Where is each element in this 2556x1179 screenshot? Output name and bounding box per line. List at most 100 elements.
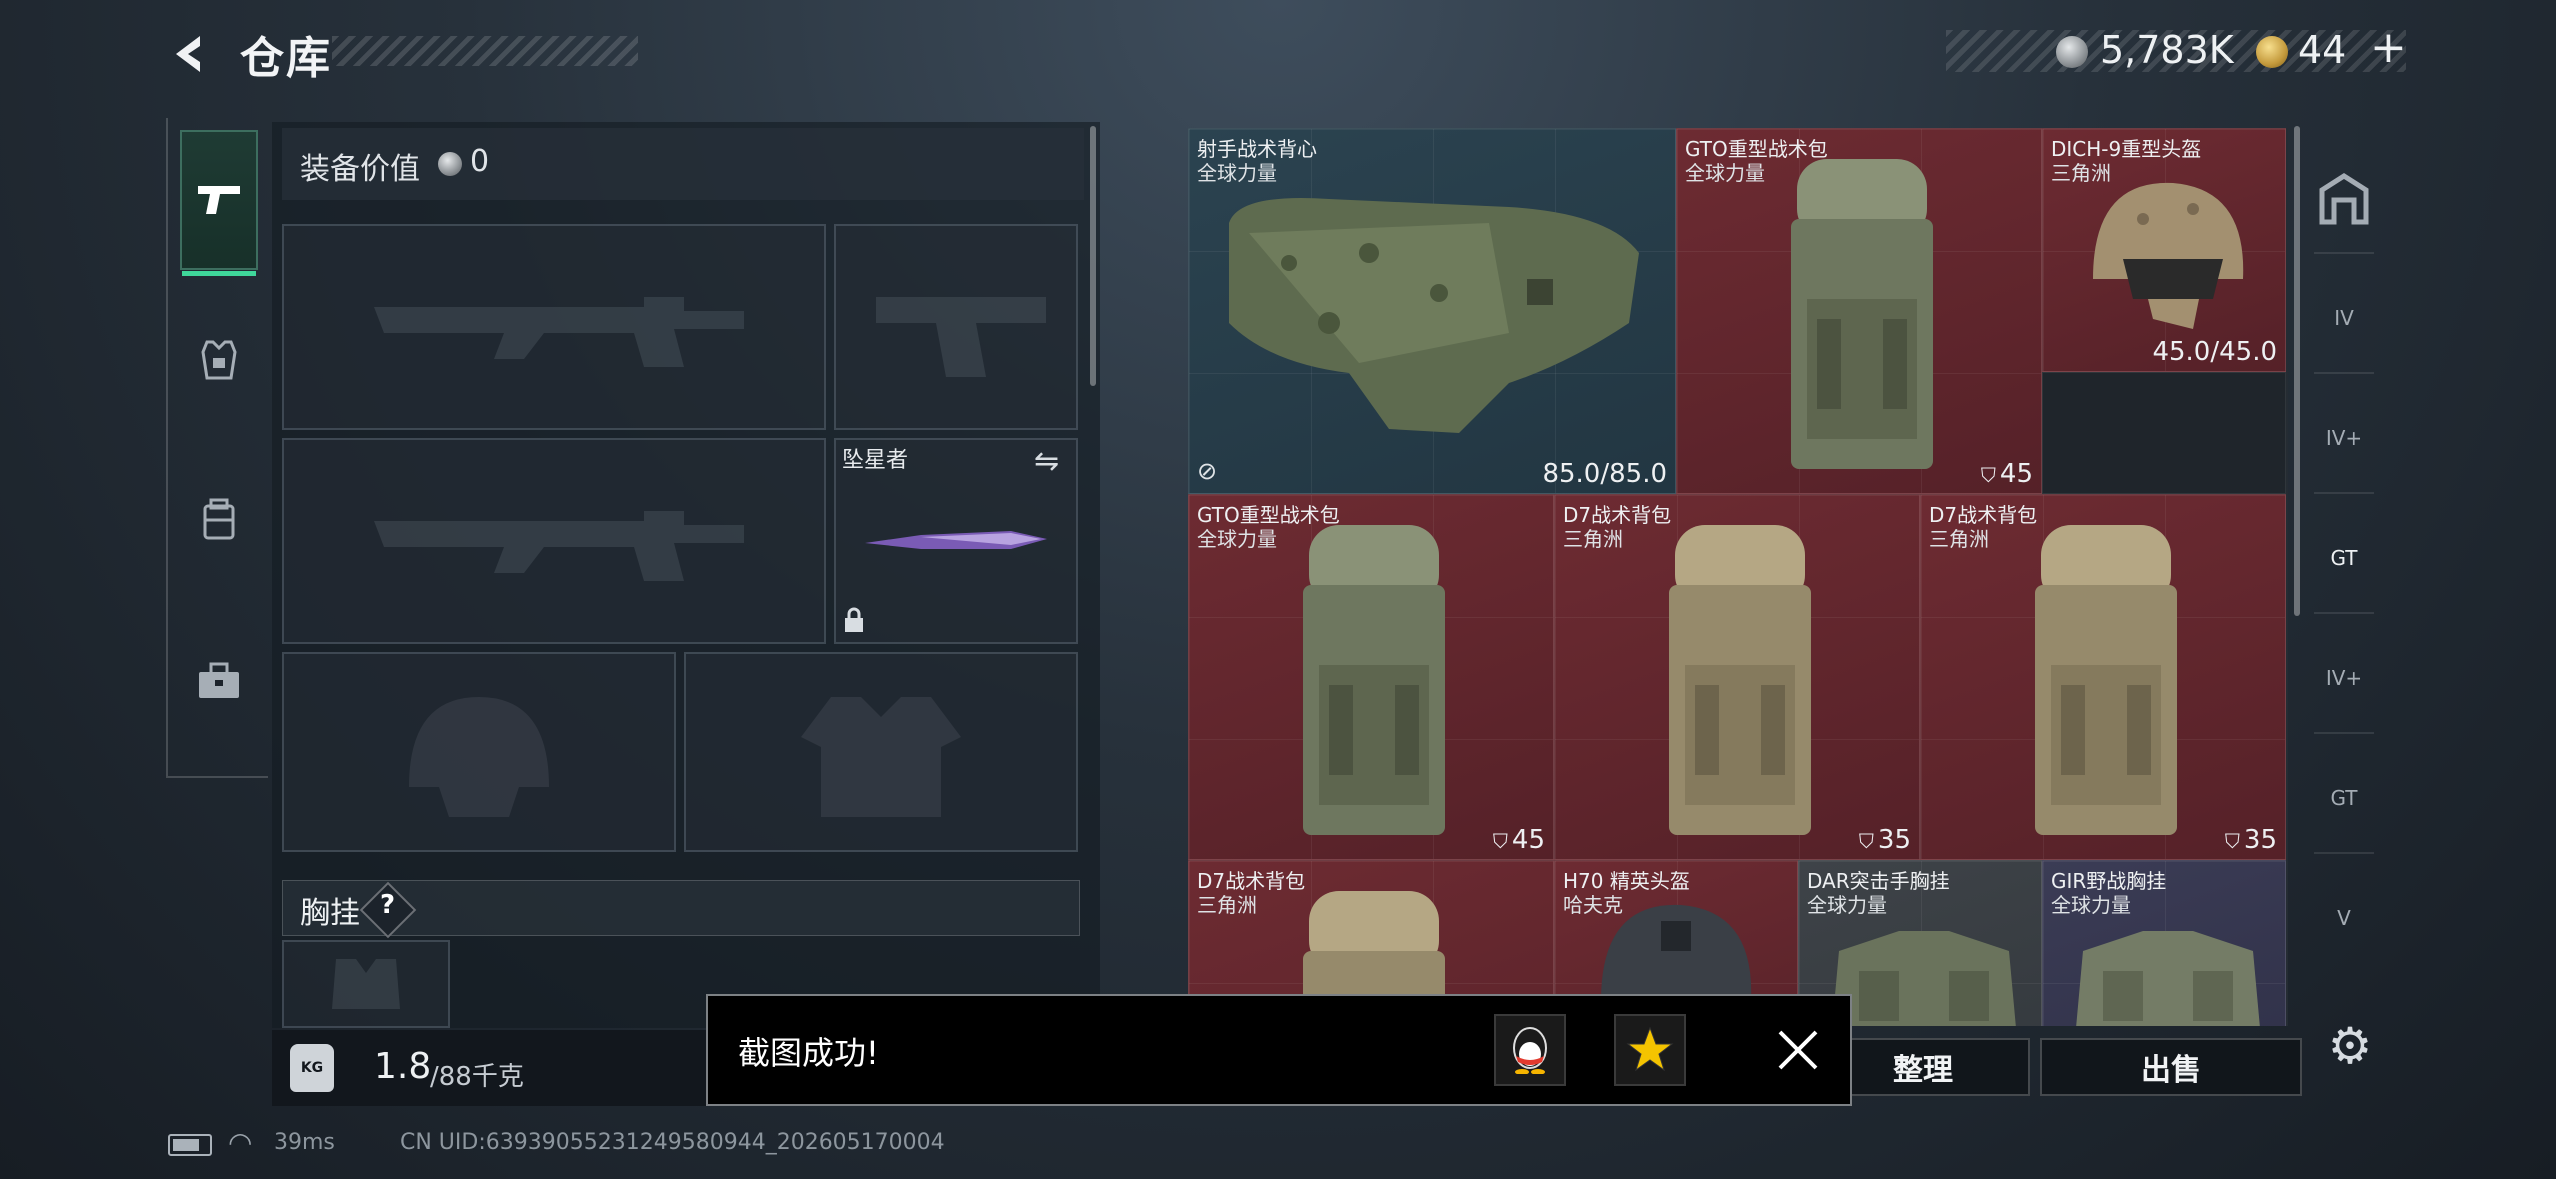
- armor-filter-icon: [2319, 173, 2369, 225]
- melee-knife-icon: [865, 531, 1047, 549]
- rifle-silhouette-icon: [374, 511, 744, 581]
- rail-item-4[interactable]: IV+: [2310, 644, 2378, 712]
- pistol-silhouette-icon: [876, 297, 1046, 377]
- rail-divider: [2314, 612, 2374, 614]
- tactical-vest-icon: [1229, 198, 1639, 433]
- item-origin: 全球力量: [1807, 893, 1887, 917]
- rail-item-3[interactable]: GT: [2310, 524, 2378, 592]
- item-origin: 三角洲: [1929, 527, 1989, 551]
- bag-icon: ⛉: [2224, 829, 2240, 853]
- item-durability: 85.0/85.0: [1542, 459, 1667, 489]
- swap-icon[interactable]: ⇋: [1034, 444, 1059, 479]
- bag-icon: ⛉: [1980, 463, 1996, 487]
- sidearm-slot[interactable]: [834, 224, 1078, 430]
- sell-button[interactable]: 出售: [2040, 1038, 2302, 1096]
- rig-silhouette-icon: [332, 959, 400, 1009]
- item-capacity: ⛉ 45: [1492, 825, 1545, 855]
- no-insurance-icon: ⊘: [1197, 457, 1218, 485]
- gear-icon: ⚙: [2327, 1017, 2373, 1075]
- backpack-icon: [203, 498, 235, 540]
- category-tabs: [166, 118, 268, 778]
- equipment-value-amount: 0: [470, 144, 490, 179]
- item-origin: 三角洲: [1563, 527, 1623, 551]
- close-icon: [1778, 1030, 1818, 1070]
- armor-silhouette-icon: [801, 697, 961, 817]
- ping-value: 39ms: [274, 1130, 335, 1155]
- inventory-item[interactable]: GTO重型战术包 全球力量 ⛉ 45: [1188, 494, 1554, 860]
- silver-coin-icon: [438, 152, 462, 176]
- rail-divider: [2314, 492, 2374, 494]
- help-icon: ?: [380, 890, 396, 920]
- toast-message: 截图成功!: [738, 1034, 879, 1072]
- weight-max: /88千克: [430, 1062, 524, 1092]
- item-origin: 三角洲: [1197, 893, 1257, 917]
- item-capacity: ⛉ 45: [1980, 459, 2033, 489]
- armor-rig-icon: [201, 340, 237, 380]
- backpack-icon: [1791, 159, 1933, 469]
- rail-divider: [2314, 732, 2374, 734]
- inventory-item[interactable]: GTO重型战术包 全球力量 ⛉ 45: [1676, 128, 2042, 494]
- primary-weapon-slot-2[interactable]: [282, 438, 826, 644]
- inventory-item[interactable]: D7战术背包 三角洲 ⛉ 35: [1554, 494, 1920, 860]
- item-durability: 45.0/45.0: [2152, 337, 2277, 367]
- share-qq-button[interactable]: [1494, 1014, 1566, 1086]
- inventory-item[interactable]: D7战术背包 三角洲 ⛉ 35: [1920, 494, 2286, 860]
- helmet-slot[interactable]: [282, 652, 676, 852]
- item-capacity: ⛉ 35: [2224, 825, 2277, 855]
- add-gold-button[interactable]: +: [2370, 22, 2407, 73]
- silver-balance: 5,783K: [2100, 28, 2234, 72]
- helmet-icon: [2093, 182, 2244, 329]
- title-decor: [332, 36, 638, 66]
- container-iv-icon: IV: [2334, 306, 2354, 330]
- inventory-item[interactable]: GIR野战胸挂 全球力量: [2042, 860, 2286, 1026]
- weight-current: 1.8: [374, 1046, 432, 1087]
- share-qzone-button[interactable]: [1614, 1014, 1686, 1086]
- equipment-value-label: 装备价值: [300, 152, 420, 187]
- tab-weapons[interactable]: [180, 130, 258, 276]
- container-gt-icon: GT: [2330, 546, 2358, 570]
- rail-item-0[interactable]: [2310, 164, 2378, 232]
- qzone-star-icon: [1626, 1026, 1674, 1072]
- rail-item-1[interactable]: IV: [2310, 284, 2378, 352]
- tab-backpack[interactable]: [180, 450, 258, 590]
- rail-item-2[interactable]: IV+: [2310, 404, 2378, 472]
- gold-balance: 44: [2298, 28, 2347, 72]
- rail-divider: [2314, 852, 2374, 854]
- back-arrow-icon: [176, 36, 200, 72]
- gold-coin-icon: [2256, 36, 2288, 68]
- qq-penguin-icon: [1513, 1027, 1547, 1074]
- inventory-item[interactable]: DICH-9重型头盔 三角洲 45.0/45.0: [2042, 128, 2286, 372]
- tab-toolbox[interactable]: [180, 610, 258, 750]
- user-id: CN UID:6393905523124958094‌4_20260517000…: [400, 1130, 945, 1155]
- body-armor-slot[interactable]: [684, 652, 1078, 852]
- item-origin: 三角洲: [2051, 161, 2111, 185]
- back-button[interactable]: [160, 26, 220, 82]
- silver-coin-icon: [2056, 36, 2088, 68]
- container-gt-2-icon: GT: [2330, 786, 2358, 810]
- melee-name: 坠星者: [842, 448, 909, 473]
- bag-icon: ⛉: [1492, 829, 1508, 853]
- close-button[interactable]: [1762, 1014, 1834, 1086]
- settings-button[interactable]: ⚙: [2318, 1014, 2382, 1078]
- item-origin: 哈夫克: [1563, 893, 1623, 917]
- loadout-scrollbar[interactable]: [1090, 126, 1096, 386]
- rail-item-5[interactable]: GT: [2310, 764, 2378, 832]
- item-origin: 全球力量: [1197, 161, 1277, 185]
- weight-icon: KG: [290, 1044, 334, 1092]
- rifle-silhouette-icon: [374, 297, 744, 367]
- chest-rig-icon: [2076, 931, 2260, 1026]
- lock-icon: [842, 606, 866, 640]
- item-origin: 全球力量: [1197, 527, 1277, 551]
- empty-slot[interactable]: [2042, 372, 2286, 494]
- rail-item-6[interactable]: V: [2310, 884, 2378, 952]
- chest-rig-label: 胸挂: [300, 896, 360, 931]
- primary-weapon-slot-1[interactable]: [282, 224, 826, 430]
- tab-armor[interactable]: [180, 290, 258, 430]
- container-iv-plus-2-icon: IV+: [2325, 666, 2363, 690]
- item-origin: 全球力量: [1685, 161, 1765, 185]
- chest-rig-slot[interactable]: [282, 940, 450, 1028]
- inventory-item[interactable]: 射手战术背心 全球力量 ⊘ 85.0/85.0: [1188, 128, 1676, 494]
- backpack-icon: [2035, 525, 2177, 835]
- page-title: 仓库: [240, 33, 332, 84]
- rail-divider: [2314, 372, 2374, 374]
